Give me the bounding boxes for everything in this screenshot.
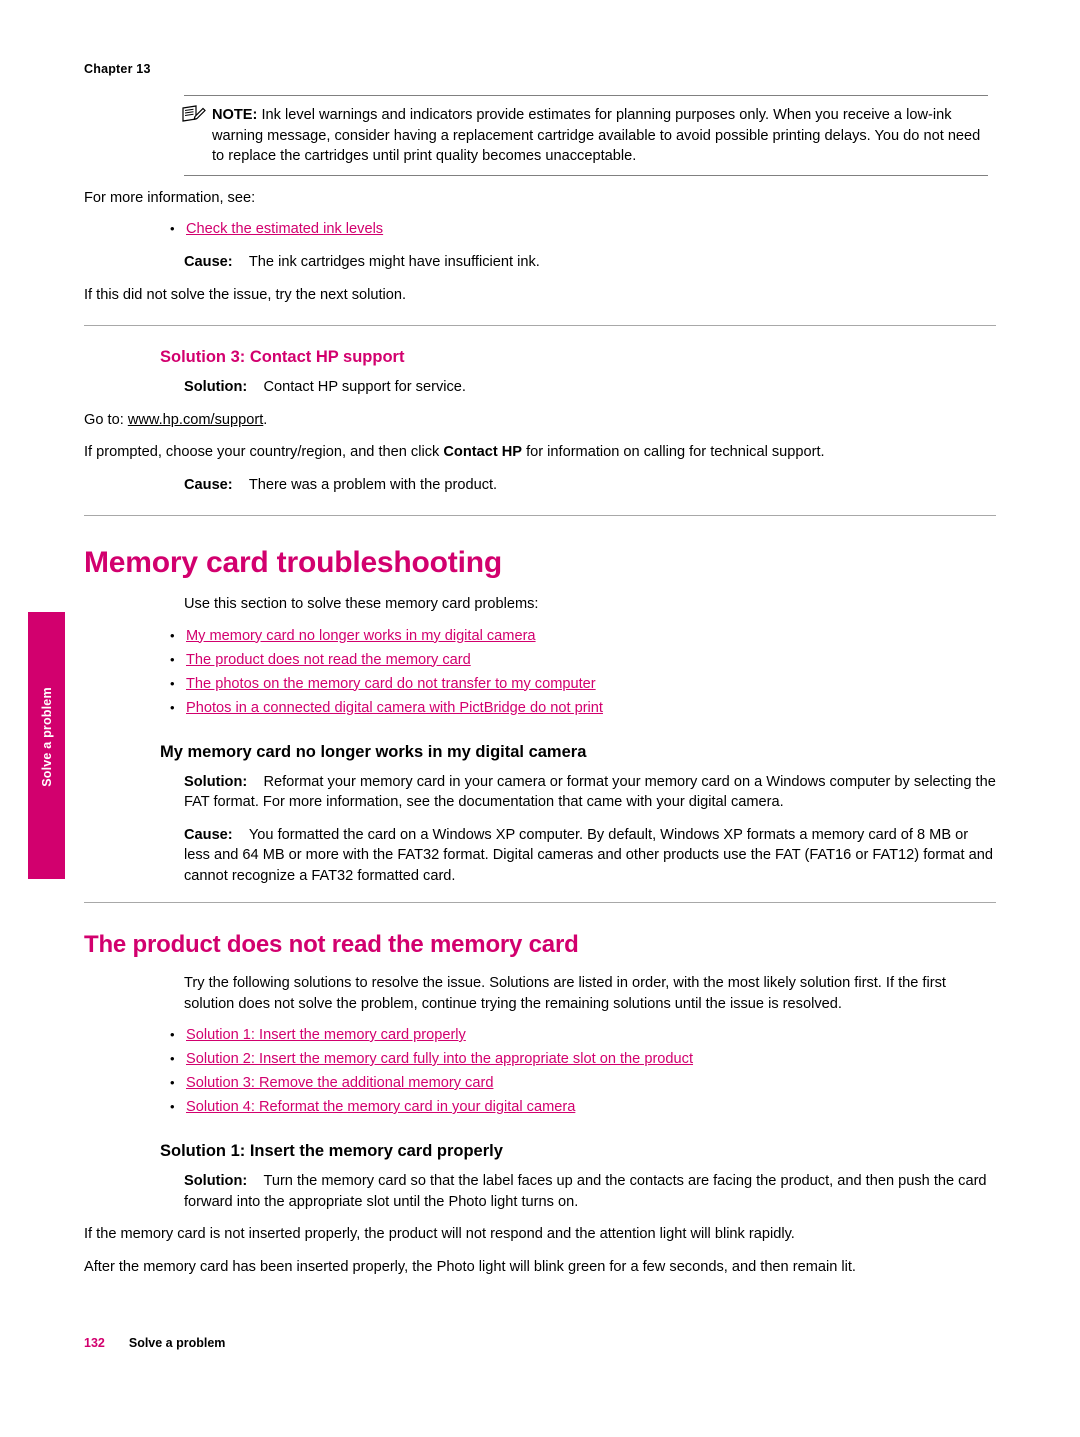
cause-label: Cause:: [184, 254, 233, 270]
does-not-read-intro: Try the following solutions to resolve t…: [184, 975, 946, 1012]
memory-card-intro: Use this section to solve these memory c…: [184, 596, 539, 612]
more-info-line: For more information, see:: [84, 189, 256, 206]
link-product-does-not-read[interactable]: The product does not read the memory car…: [186, 652, 471, 668]
footer-page-number: 132: [84, 1336, 105, 1350]
link-check-ink-levels[interactable]: Check the estimated ink levels: [186, 221, 383, 237]
link-solution-1[interactable]: Solution 1: Insert the memory card prope…: [186, 1027, 466, 1043]
ink-next-solution: If this did not solve the issue, try the…: [84, 286, 407, 303]
prompt-text-2: for information on calling for technical…: [522, 444, 825, 460]
side-tab-label: Solve a problem: [40, 687, 54, 787]
note-divider-bottom: [184, 174, 988, 176]
list-item: Solution 4: Reformat the memory card in …: [160, 1096, 996, 1118]
solution1-solution-row: Solution: Turn the memory card so that t…: [184, 1171, 996, 1212]
list-item: The product does not read the memory car…: [160, 649, 996, 671]
link-pictbridge-do-not-print[interactable]: Photos in a connected digital camera wit…: [186, 700, 603, 716]
cause-text: The ink cartridges might have insufficie…: [248, 254, 540, 270]
list-item: Photos in a connected digital camera wit…: [160, 697, 996, 719]
solution-text: Turn the memory card so that the label f…: [184, 1173, 987, 1210]
memory-card-links-list: My memory card no longer works in my dig…: [160, 625, 996, 719]
list-item: Solution 1: Insert the memory card prope…: [160, 1024, 996, 1046]
solution1-heading: Solution 1: Insert the memory card prope…: [160, 1142, 503, 1160]
solution3-goto-row: Go to: www.hp.com/support.: [84, 410, 996, 431]
section-divider-2: [84, 515, 996, 516]
chapter-label: Chapter 13: [84, 62, 151, 76]
note-pencil-icon: [84, 105, 212, 123]
solution3-prompt-para: If prompted, choose your country/region,…: [84, 442, 996, 463]
note-text: Ink level warnings and indicators provid…: [212, 107, 981, 164]
document-page: Chapter 13 Solve a problem NOTE: Ink lev…: [0, 0, 1080, 1437]
no-longer-works-heading: My memory card no longer works in my dig…: [160, 742, 587, 761]
cause-label: Cause:: [184, 826, 233, 843]
list-item: Solution 2: Insert the memory card fully…: [160, 1048, 996, 1070]
hp-support-link[interactable]: www.hp.com/support: [128, 412, 263, 428]
goto-suffix: .: [263, 411, 268, 428]
solution-label: Solution:: [184, 379, 248, 395]
no-longer-works-solution-row: Solution: Reformat your memory card in y…: [184, 772, 996, 813]
ink-cause-row: Cause: The ink cartridges might have ins…: [184, 252, 996, 273]
note-label: NOTE:: [212, 107, 258, 123]
solution3-cause-row: Cause: There was a problem with the prod…: [184, 475, 996, 496]
solution1-para3: After the memory card has been inserted …: [84, 1258, 856, 1275]
page-title: Memory card troubleshooting: [84, 546, 502, 579]
no-longer-works-cause-row: Cause: You formatted the card on a Windo…: [184, 825, 996, 887]
link-solution-4[interactable]: Solution 4: Reformat the memory card in …: [186, 1099, 575, 1115]
cause-text: You formatted the card on a Windows XP c…: [184, 826, 993, 884]
link-card-no-longer-works[interactable]: My memory card no longer works in my dig…: [186, 628, 536, 644]
cause-text: There was a problem with the product.: [248, 476, 498, 493]
solution-label: Solution:: [184, 773, 248, 790]
page-content: NOTE: Ink level warnings and indicators …: [84, 95, 996, 1277]
solution-text: Reformat your memory card in your camera…: [184, 773, 996, 811]
page-footer: 132 Solve a problem: [84, 1336, 225, 1350]
prompt-text-1: If prompted, choose your country/region,…: [84, 444, 444, 460]
solution-label: Solution:: [184, 1173, 248, 1189]
side-tab: Solve a problem: [28, 612, 65, 879]
list-item: Check the estimated ink levels: [160, 218, 996, 240]
contact-hp-bold: Contact HP: [443, 444, 523, 460]
solution3-heading: Solution 3: Contact HP support: [160, 348, 405, 366]
list-item: The photos on the memory card do not tra…: [160, 673, 996, 695]
list-item: Solution 3: Remove the additional memory…: [160, 1072, 996, 1094]
does-not-read-links-list: Solution 1: Insert the memory card prope…: [160, 1024, 996, 1118]
link-photos-do-not-transfer[interactable]: The photos on the memory card do not tra…: [186, 676, 596, 692]
link-solution-3[interactable]: Solution 3: Remove the additional memory…: [186, 1075, 493, 1091]
goto-prefix: Go to:: [84, 411, 128, 428]
solution-text: Contact HP support for service.: [263, 379, 466, 395]
cause-label: Cause:: [184, 476, 233, 493]
footer-title: Solve a problem: [128, 1336, 226, 1350]
section-divider-3: [84, 902, 996, 903]
note-text-block: NOTE: Ink level warnings and indicators …: [212, 105, 996, 167]
solution3-solution-row: Solution: Contact HP support for service…: [184, 377, 996, 398]
section-divider-1: [84, 325, 996, 326]
section-title-does-not-read: The product does not read the memory car…: [84, 931, 579, 958]
note-box: NOTE: Ink level warnings and indicators …: [84, 95, 996, 176]
list-item: My memory card no longer works in my dig…: [160, 625, 996, 647]
solution1-para2: If the memory card is not inserted prope…: [84, 1226, 795, 1242]
ink-links-list: Check the estimated ink levels: [160, 218, 996, 240]
link-solution-2[interactable]: Solution 2: Insert the memory card fully…: [186, 1051, 693, 1067]
